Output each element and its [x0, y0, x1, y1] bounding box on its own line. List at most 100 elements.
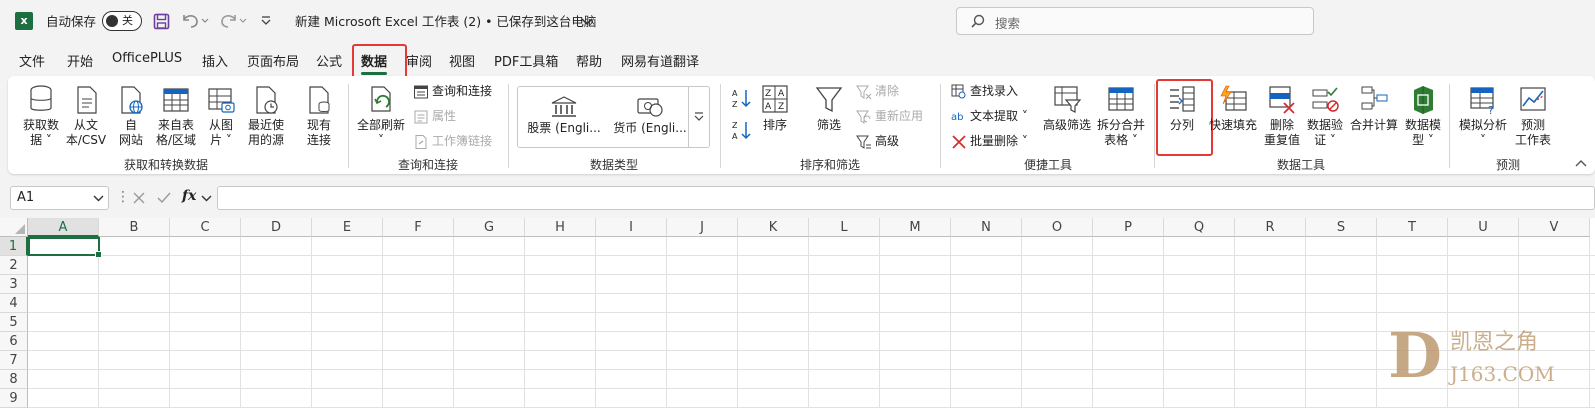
column-header-r[interactable]: R [1235, 218, 1306, 237]
queries-connections-button[interactable]: 查询和连接 [413, 81, 492, 101]
data-model-button[interactable]: 数据模 型 ˅ [1401, 84, 1445, 148]
batch-delete-button[interactable]: 批量删除 ˅ [951, 131, 1028, 151]
grid-column-line [1092, 237, 1093, 408]
properties-button[interactable]: 属性 [413, 106, 456, 126]
column-header-t[interactable]: T [1377, 218, 1448, 237]
column-header-i[interactable]: I [596, 218, 667, 237]
column-header-a[interactable]: A [28, 218, 99, 237]
chevron-down-icon[interactable] [201, 194, 212, 203]
forecast-sheet-button[interactable]: 预测 工作表 [1511, 84, 1555, 148]
tab-youdao-translate[interactable]: 网易有道翻译 [621, 51, 699, 70]
column-header-m[interactable]: M [880, 218, 951, 237]
column-header-v[interactable]: V [1519, 218, 1590, 237]
column-header-g[interactable]: G [454, 218, 525, 237]
tab-officeplus[interactable]: OfficePLUS [112, 51, 182, 66]
title-bar: x 自动保存 关 新建 Microsoft Excel 工作表 (2) • 已保… [0, 0, 1595, 44]
row-header-5[interactable]: 5 [0, 313, 28, 332]
row-header-4[interactable]: 4 [0, 294, 28, 313]
sort-ascending-icon[interactable]: AZ [731, 87, 751, 109]
flash-fill-button[interactable]: 快速填充 [1208, 84, 1258, 133]
tab-formulas[interactable]: 公式 [316, 51, 342, 70]
database-icon [30, 85, 52, 111]
active-cell[interactable] [28, 237, 102, 258]
from-table-label-2: 格/区域 [155, 133, 197, 147]
row-header-1[interactable]: 1 [0, 237, 28, 256]
confirm-entry-icon[interactable] [156, 190, 172, 206]
split-merge-table-button[interactable]: 拆分合并 表格 ˅ [1096, 84, 1146, 148]
column-header-u[interactable]: U [1448, 218, 1519, 237]
chevron-down-icon[interactable] [581, 17, 593, 27]
row-header-8[interactable]: 8 [0, 370, 28, 389]
formula-input[interactable] [217, 186, 1595, 210]
clear-filter-button[interactable]: 清除 [856, 81, 899, 101]
currency-data-type[interactable]: 货币 (Engli... [610, 95, 690, 136]
svg-text:Z: Z [778, 102, 784, 112]
from-text-csv-button[interactable]: 从文 本/CSV [63, 84, 109, 148]
remove-duplicates-button[interactable]: 删除 重复值 [1260, 84, 1304, 148]
column-header-f[interactable]: F [383, 218, 454, 237]
row-header-6[interactable]: 6 [0, 332, 28, 351]
undo-icon[interactable] [181, 13, 209, 29]
reapply-button[interactable]: 重新应用 [856, 106, 923, 126]
column-header-b[interactable]: B [99, 218, 170, 237]
column-header-d[interactable]: D [241, 218, 312, 237]
refresh-all-button[interactable]: 全部刷新 ˅ [355, 84, 407, 148]
column-header-j[interactable]: J [667, 218, 738, 237]
row-header-7[interactable]: 7 [0, 351, 28, 370]
tab-help[interactable]: 帮助 [576, 51, 602, 70]
row-header-9[interactable]: 9 [0, 389, 28, 408]
redo-icon[interactable] [220, 13, 248, 29]
from-picture-button[interactable]: 从图 片 ˅ [200, 84, 242, 148]
get-data-button[interactable]: 获取数 据 ˅ [18, 84, 64, 148]
tab-home[interactable]: 开始 [67, 51, 93, 70]
column-header-o[interactable]: O [1022, 218, 1093, 237]
data-validation-button[interactable]: 数据验 证 ˅ [1304, 84, 1346, 148]
tab-file[interactable]: 文件 [19, 51, 45, 70]
customize-toolbar-icon[interactable] [260, 15, 272, 27]
column-header-h[interactable]: H [525, 218, 596, 237]
what-if-analysis-button[interactable]: ? 模拟分析 ˅ [1457, 84, 1509, 148]
name-box[interactable]: A1 [10, 186, 109, 210]
row-header-2[interactable]: 2 [0, 256, 28, 275]
svg-text:?: ? [1488, 104, 1494, 116]
tab-page-layout[interactable]: 页面布局 [247, 51, 299, 70]
select-all-corner[interactable] [0, 218, 28, 237]
advanced-filter-button[interactable]: 高级筛选 [1041, 84, 1093, 133]
workbook-links-button[interactable]: 工作簿链接 [413, 131, 492, 151]
column-header-q[interactable]: Q [1164, 218, 1235, 237]
consolidate-label: 合并计算 [1349, 118, 1398, 132]
from-table-range-button[interactable]: 来自表 格/区域 [153, 84, 199, 148]
cancel-entry-icon[interactable] [131, 190, 147, 206]
column-header-p[interactable]: P [1093, 218, 1164, 237]
from-web-button[interactable]: 自 网站 [110, 84, 152, 148]
autosave-toggle[interactable]: 关 [102, 11, 142, 31]
insert-function-button[interactable]: fx [182, 188, 196, 204]
column-header-l[interactable]: L [809, 218, 880, 237]
column-header-k[interactable]: K [738, 218, 809, 237]
recent-sources-button[interactable]: 最近使 用的源 [243, 84, 289, 148]
stocks-data-type[interactable]: 股票 (Engli... [524, 95, 604, 136]
column-header-e[interactable]: E [312, 218, 383, 237]
tab-review[interactable]: 审阅 [406, 51, 432, 70]
row-header-3[interactable]: 3 [0, 275, 28, 294]
gallery-more-button[interactable] [688, 87, 709, 147]
save-icon[interactable] [153, 13, 170, 30]
sort-button[interactable]: ZAAZ 排序 [757, 84, 793, 133]
search-input[interactable]: 搜索 [956, 7, 1314, 35]
formula-bar-grip-icon[interactable]: ⋮ [116, 189, 130, 205]
column-header-c[interactable]: C [170, 218, 241, 237]
collapse-ribbon-icon[interactable] [1575, 158, 1587, 168]
filter-button[interactable]: 筛选 [811, 84, 847, 133]
sort-descending-icon[interactable]: ZA [731, 119, 751, 141]
text-extract-button[interactable]: ab 文本提取 ˅ [951, 106, 1028, 126]
tab-view[interactable]: 视图 [449, 51, 475, 70]
column-header-n[interactable]: N [951, 218, 1022, 237]
tab-pdf-toolbox[interactable]: PDF工具箱 [494, 51, 558, 70]
advanced-filter-small-button[interactable]: 高级 [856, 131, 899, 151]
tab-insert[interactable]: 插入 [202, 51, 228, 70]
existing-connections-button[interactable]: 现有 连接 [296, 84, 342, 148]
column-header-s[interactable]: S [1306, 218, 1377, 237]
find-entry-button[interactable]: 查找录入 [951, 81, 1018, 101]
grid-column-line [98, 237, 99, 408]
consolidate-button[interactable]: 合并计算 [1348, 84, 1400, 133]
